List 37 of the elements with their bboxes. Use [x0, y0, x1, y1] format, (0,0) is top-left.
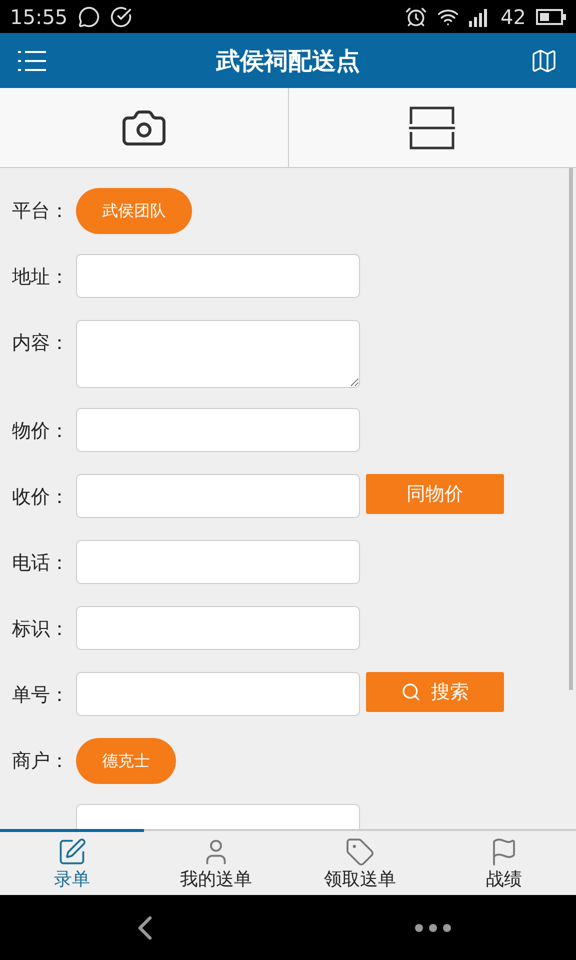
- textarea-field[interactable]: [76, 320, 360, 388]
- more-icon[interactable]: [415, 924, 451, 932]
- platform-chip[interactable]: 德克士: [76, 738, 176, 784]
- field-label: 商户：: [12, 749, 70, 774]
- platform-chip[interactable]: 武侯团队: [76, 188, 192, 234]
- chat-icon: [78, 6, 100, 28]
- alarm-icon: [404, 6, 427, 28]
- field-label: 平台：: [12, 199, 70, 224]
- scrollbar[interactable]: [569, 168, 573, 690]
- search-button[interactable]: 搜索: [366, 672, 504, 712]
- field-label: 内容：: [12, 331, 70, 356]
- input-field[interactable]: [76, 672, 360, 716]
- check-icon: [110, 6, 132, 28]
- field-label: 标识：: [12, 617, 70, 642]
- menu-icon[interactable]: [18, 50, 46, 72]
- edit-icon: [57, 836, 87, 866]
- field-label: 电话：: [12, 551, 70, 576]
- field-label: 收价：: [12, 485, 70, 510]
- nav-tab[interactable]: 战绩: [432, 829, 576, 895]
- battery-icon: [536, 8, 566, 24]
- nav-tab[interactable]: 领取送单: [288, 829, 432, 895]
- field-label: 物价：: [12, 419, 70, 444]
- same-price-button[interactable]: 同物价: [366, 474, 504, 514]
- field-label: 单号：: [12, 683, 70, 708]
- input-field[interactable]: [76, 606, 360, 650]
- scan-icon[interactable]: [409, 106, 456, 150]
- status-time: 15:55: [10, 4, 68, 28]
- field-label: 地址：: [12, 265, 70, 290]
- input-field[interactable]: [76, 254, 360, 298]
- input-field[interactable]: [76, 474, 360, 518]
- input-field[interactable]: [76, 540, 360, 584]
- nav-tab[interactable]: 我的送单: [144, 829, 288, 895]
- search-icon: [401, 682, 421, 702]
- input-field[interactable]: [76, 408, 360, 452]
- window-title: 武侯祠配送点: [216, 46, 360, 76]
- tag-icon: [345, 836, 375, 866]
- battery-level: 42: [500, 4, 526, 28]
